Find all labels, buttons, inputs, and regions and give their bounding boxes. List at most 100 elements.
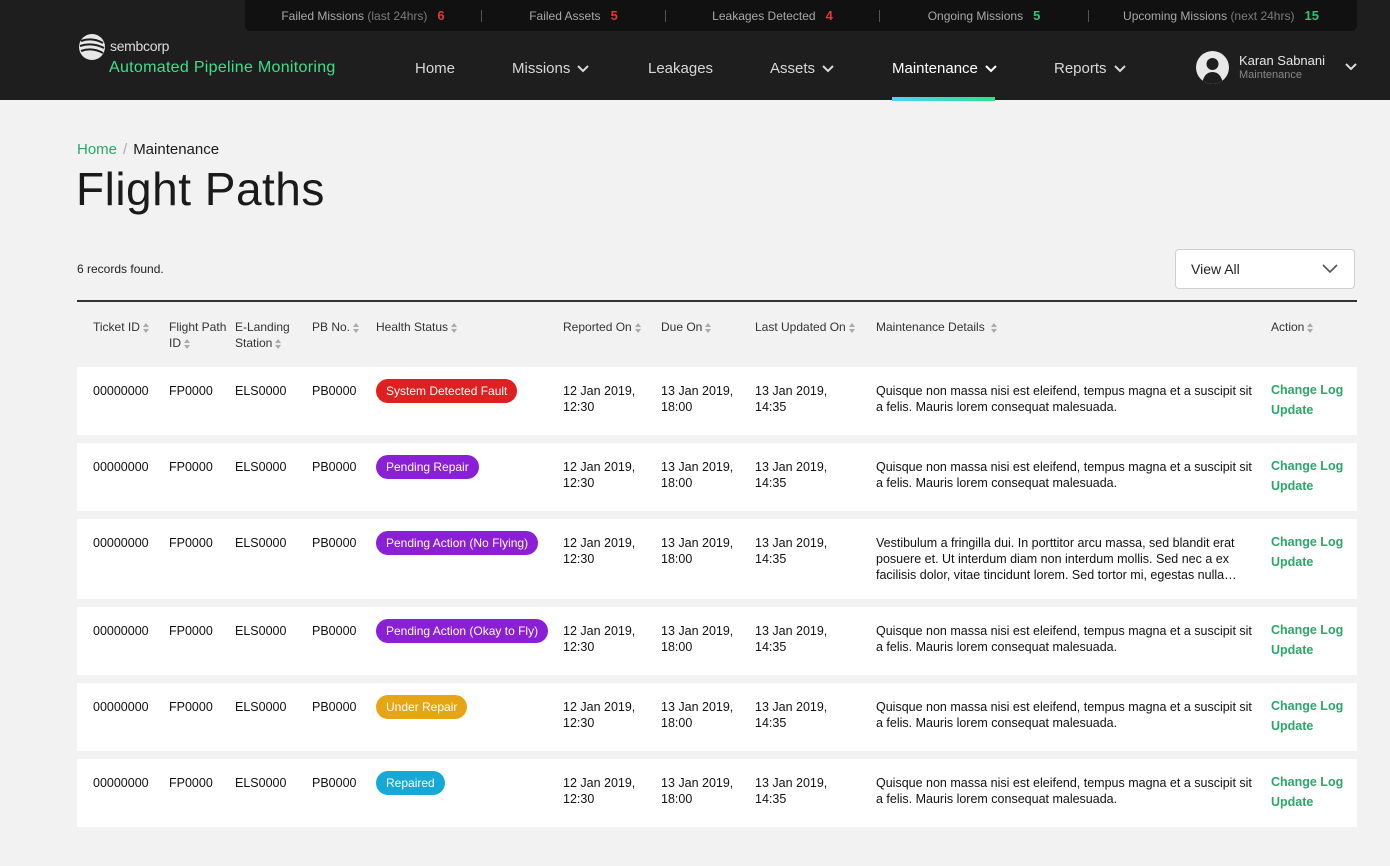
cell-flight-path-id: FP0000 bbox=[169, 700, 213, 714]
column-header-label: Flight Path ID bbox=[169, 320, 227, 350]
sort-icon bbox=[353, 322, 360, 333]
column-header-action[interactable]: Action bbox=[1271, 319, 1314, 335]
column-header-flight-path-id[interactable]: Flight Path ID bbox=[169, 319, 231, 351]
chevron-down-icon bbox=[985, 64, 997, 72]
chevron-down-icon bbox=[1345, 63, 1357, 71]
sort-icon bbox=[848, 322, 855, 333]
column-header-due-on[interactable]: Due On bbox=[661, 319, 712, 335]
table-row: 00000000 FP0000 ELS0000 PB0000 Pending Repai… bbox=[77, 443, 1357, 511]
table-row: 00000000 FP0000 ELS0000 PB0000 Pending Actio… bbox=[77, 519, 1357, 599]
cell-ticket-id: 00000000 bbox=[93, 536, 149, 550]
stat-sub: (last 24hrs) bbox=[367, 8, 428, 23]
nav-leakages[interactable]: Leakages bbox=[648, 60, 713, 77]
change-log-link[interactable]: Change Log bbox=[1271, 699, 1343, 713]
active-nav-indicator bbox=[892, 97, 995, 101]
sort-icon bbox=[142, 322, 149, 333]
user-icon bbox=[1202, 58, 1223, 84]
cell-last-updated-on: 13 Jan 2019, 14:35 bbox=[755, 624, 828, 654]
cell-pb-no: PB0000 bbox=[312, 384, 357, 398]
stat-value: 5 bbox=[610, 8, 618, 23]
column-header-label: Action bbox=[1271, 320, 1305, 334]
column-header-health-status[interactable]: Health Status bbox=[376, 319, 458, 335]
chevron-down-icon bbox=[1322, 264, 1338, 274]
update-link[interactable]: Update bbox=[1271, 795, 1313, 809]
change-log-link[interactable]: Change Log bbox=[1271, 383, 1343, 397]
nav-label: Missions bbox=[512, 60, 571, 77]
cell-due-on: 13 Jan 2019, 18:00 bbox=[661, 776, 734, 806]
column-header-label: Ticket ID bbox=[93, 320, 140, 334]
stat-failed-assets[interactable]: Failed Assets 5 bbox=[482, 8, 665, 23]
stat-label: Failed Assets bbox=[529, 8, 601, 23]
cell-ticket-id: 00000000 bbox=[93, 460, 149, 474]
stat-label: Leakages Detected bbox=[712, 8, 816, 23]
stat-value: 6 bbox=[437, 8, 445, 23]
breadcrumb-separator: / bbox=[123, 141, 128, 158]
cell-pb-no: PB0000 bbox=[312, 776, 357, 790]
stat-label: Ongoing Missions bbox=[927, 8, 1024, 23]
nav-maintenance[interactable]: Maintenance bbox=[892, 60, 997, 77]
change-log-link[interactable]: Change Log bbox=[1271, 775, 1343, 789]
column-header-e-landing-station[interactable]: E-Landing Station bbox=[235, 319, 301, 351]
nav-missions[interactable]: Missions bbox=[512, 60, 590, 77]
nav-label: Home bbox=[415, 60, 456, 77]
change-log-link[interactable]: Change Log bbox=[1271, 623, 1343, 637]
cell-reported-on: 12 Jan 2019, 12:30 bbox=[563, 776, 636, 806]
cell-maintenance-details: Quisque non massa nisi est eleifend, tem… bbox=[876, 700, 1252, 730]
records-count: 6 records found. bbox=[77, 262, 164, 276]
column-header-maintenance-details[interactable]: Maintenance Details bbox=[876, 319, 998, 335]
cell-maintenance-details: Quisque non massa nisi est eleifend, tem… bbox=[876, 624, 1252, 654]
sort-icon bbox=[451, 322, 458, 333]
cell-flight-path-id: FP0000 bbox=[169, 384, 213, 398]
status-badge: Under Repair bbox=[376, 695, 468, 719]
cell-due-on: 13 Jan 2019, 18:00 bbox=[661, 536, 734, 566]
sort-icon bbox=[275, 338, 282, 349]
column-header-label: Last Updated On bbox=[755, 320, 846, 334]
page-title: Flight Paths bbox=[76, 163, 325, 215]
cell-due-on: 13 Jan 2019, 18:00 bbox=[661, 700, 734, 730]
cell-pb-no: PB0000 bbox=[312, 624, 357, 638]
stat-value: 5 bbox=[1033, 8, 1041, 23]
cell-e-landing-station: ELS0000 bbox=[235, 776, 287, 790]
nav-home[interactable]: Home bbox=[415, 60, 455, 77]
stat-failed-missions[interactable]: Failed Missions (last 24hrs) 6 bbox=[245, 8, 481, 23]
cell-maintenance-details: Quisque non massa nisi est eleifend, tem… bbox=[876, 384, 1252, 414]
nav-reports[interactable]: Reports bbox=[1054, 60, 1126, 77]
main-nav: Home Missions Leakages Assets Maintenanc… bbox=[0, 48, 1390, 100]
column-header-pb-no[interactable]: PB No. bbox=[312, 319, 360, 335]
stat-leakages-detected[interactable]: Leakages Detected 4 bbox=[666, 8, 879, 23]
breadcrumb-home-link[interactable]: Home bbox=[77, 141, 117, 158]
cell-ticket-id: 00000000 bbox=[93, 384, 149, 398]
update-link[interactable]: Update bbox=[1271, 403, 1313, 417]
nav-label: Maintenance bbox=[892, 60, 978, 77]
view-filter-select[interactable]: View All bbox=[1175, 249, 1355, 289]
nav-assets[interactable]: Assets bbox=[770, 60, 834, 77]
user-menu[interactable]: Karan Sabnani Maintenance bbox=[1196, 51, 1366, 85]
cell-due-on: 13 Jan 2019, 18:00 bbox=[661, 624, 734, 654]
nav-label: Leakages bbox=[648, 60, 714, 77]
stat-upcoming-missions[interactable]: Upcoming Missions (next 24hrs) 15 bbox=[1089, 8, 1353, 23]
change-log-link[interactable]: Change Log bbox=[1271, 535, 1343, 549]
update-link[interactable]: Update bbox=[1271, 479, 1313, 493]
avatar bbox=[1196, 51, 1229, 84]
cell-last-updated-on: 13 Jan 2019, 14:35 bbox=[755, 536, 828, 566]
update-link[interactable]: Update bbox=[1271, 643, 1313, 657]
sort-icon bbox=[705, 322, 712, 333]
cell-reported-on: 12 Jan 2019, 12:30 bbox=[563, 460, 636, 490]
column-header-label: Due On bbox=[661, 320, 703, 334]
status-badge: Pending Action (No Flying) bbox=[376, 531, 539, 555]
column-header-ticket-id[interactable]: Ticket ID bbox=[93, 319, 149, 335]
table-top-rule bbox=[77, 300, 1357, 302]
column-header-label: Maintenance Details bbox=[876, 320, 985, 334]
update-link[interactable]: Update bbox=[1271, 555, 1313, 569]
breadcrumb: Home / Maintenance bbox=[77, 141, 219, 158]
table-row: 00000000 FP0000 ELS0000 PB0000 Repaired 12 Ja… bbox=[77, 759, 1357, 827]
chevron-down-icon bbox=[1113, 64, 1126, 72]
stat-ongoing-missions[interactable]: Ongoing Missions 5 bbox=[880, 8, 1088, 23]
cell-flight-path-id: FP0000 bbox=[169, 536, 213, 550]
update-link[interactable]: Update bbox=[1271, 719, 1313, 733]
cell-last-updated-on: 13 Jan 2019, 14:35 bbox=[755, 384, 828, 414]
column-header-last-updated-on[interactable]: Last Updated On bbox=[755, 319, 855, 335]
sort-icon bbox=[1307, 322, 1314, 333]
change-log-link[interactable]: Change Log bbox=[1271, 459, 1343, 473]
column-header-reported-on[interactable]: Reported On bbox=[563, 319, 641, 335]
